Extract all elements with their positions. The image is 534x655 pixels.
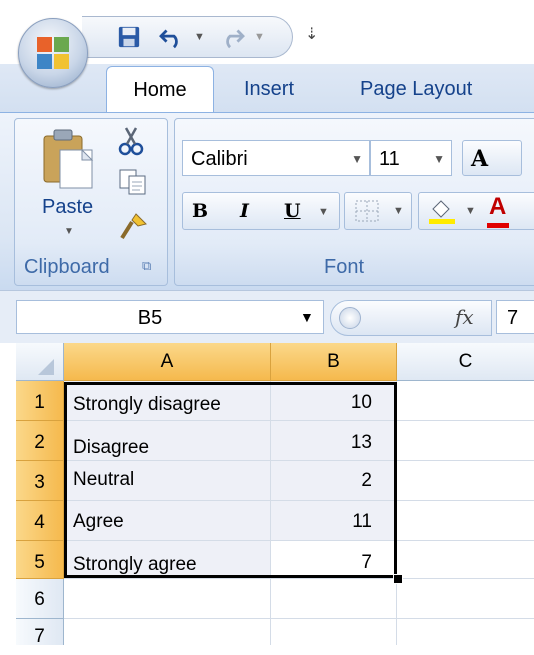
paste-dropdown-icon[interactable]: ▼ bbox=[64, 226, 74, 237]
fill-color-button[interactable]: ▼ A bbox=[418, 192, 534, 230]
paste-button[interactable]: Paste bbox=[42, 196, 93, 219]
font-color-swatch bbox=[487, 223, 509, 228]
select-all-icon bbox=[38, 359, 54, 375]
copy-icon[interactable] bbox=[118, 168, 148, 196]
cell-c2[interactable] bbox=[397, 421, 534, 461]
name-box-value: B5 bbox=[137, 307, 163, 329]
cell-c6[interactable] bbox=[397, 579, 534, 619]
undo-dropdown-icon[interactable]: ▼ bbox=[194, 31, 205, 43]
cell-a2[interactable]: Disagree bbox=[64, 421, 271, 461]
cell-b4[interactable]: 11 bbox=[271, 501, 397, 541]
font-size-select[interactable]: 11 ▼ bbox=[370, 140, 452, 176]
column-header-c[interactable]: C bbox=[397, 343, 534, 381]
cell-b6[interactable] bbox=[271, 579, 397, 619]
formula-input[interactable]: 7 bbox=[496, 300, 534, 334]
row-header-5[interactable]: 5 bbox=[16, 541, 64, 579]
borders-icon bbox=[355, 200, 379, 222]
tab-home[interactable]: Home bbox=[106, 66, 214, 113]
font-color-icon: A bbox=[489, 193, 507, 220]
tab-insert[interactable]: Insert bbox=[244, 78, 294, 101]
chevron-down-icon: ▼ bbox=[351, 152, 363, 166]
customize-qat-icon[interactable]: ⇣ bbox=[305, 24, 318, 44]
cell-c7[interactable] bbox=[397, 619, 534, 645]
formula-bar-expand-icon[interactable] bbox=[339, 307, 361, 329]
undo-icon[interactable] bbox=[158, 25, 188, 49]
cell-c3[interactable] bbox=[397, 461, 534, 501]
paste-icon[interactable] bbox=[40, 128, 98, 190]
formula-value: 7 bbox=[507, 307, 519, 329]
column-header-b[interactable]: B bbox=[271, 343, 397, 381]
font-size-value: 11 bbox=[379, 148, 400, 170]
bold-button[interactable]: B bbox=[192, 200, 208, 222]
redo-dropdown-icon[interactable]: ▼ bbox=[254, 31, 265, 43]
cell-a6[interactable] bbox=[64, 579, 271, 619]
chevron-down-icon: ▼ bbox=[393, 205, 404, 217]
borders-button[interactable]: ▼ bbox=[344, 192, 412, 230]
office-logo-icon bbox=[37, 37, 69, 69]
clipboard-launcher-icon[interactable]: ⧉ bbox=[142, 258, 151, 274]
underline-dropdown-icon[interactable]: ▼ bbox=[318, 206, 329, 218]
select-all-corner[interactable] bbox=[16, 343, 64, 381]
row-header-4[interactable]: 4 bbox=[16, 501, 64, 541]
office-button[interactable] bbox=[18, 18, 88, 88]
grow-font-button[interactable]: A bbox=[462, 140, 522, 176]
cell-b1[interactable]: 10 bbox=[271, 381, 397, 421]
row-header-7[interactable]: 7 bbox=[16, 619, 64, 647]
cell-a5[interactable]: Strongly agree bbox=[64, 541, 271, 579]
font-group-label: Font bbox=[324, 256, 365, 278]
row-header-1[interactable]: 1 bbox=[16, 381, 64, 421]
save-icon[interactable] bbox=[116, 25, 142, 49]
formula-controls: fx bbox=[330, 300, 492, 336]
row-header-3[interactable]: 3 bbox=[16, 461, 64, 501]
cell-a7[interactable] bbox=[64, 619, 271, 645]
name-box-dropdown-icon[interactable]: ▼ bbox=[300, 309, 314, 325]
redo-icon[interactable] bbox=[216, 25, 246, 49]
cell-c1[interactable] bbox=[397, 381, 534, 421]
cell-c4[interactable] bbox=[397, 501, 534, 541]
name-box[interactable]: B5 bbox=[16, 300, 324, 334]
cell-a4[interactable]: Agree bbox=[64, 501, 271, 541]
chevron-down-icon: ▼ bbox=[433, 152, 445, 166]
column-header-a[interactable]: A bbox=[64, 343, 271, 381]
cell-b7[interactable] bbox=[271, 619, 397, 645]
format-painter-icon[interactable] bbox=[118, 210, 150, 242]
row-header-2[interactable]: 2 bbox=[16, 421, 64, 461]
fill-handle[interactable] bbox=[393, 574, 403, 584]
chevron-down-icon: ▼ bbox=[465, 205, 476, 217]
quick-access-toolbar: ▼ ▼ bbox=[82, 16, 293, 58]
font-family-value: Calibri bbox=[191, 148, 248, 170]
tab-page-layout[interactable]: Page Layout bbox=[360, 78, 472, 101]
fill-bucket-icon bbox=[429, 200, 455, 224]
underline-button[interactable]: U bbox=[284, 200, 301, 222]
font-family-select[interactable]: Calibri ▼ bbox=[182, 140, 370, 176]
row-header-6[interactable]: 6 bbox=[16, 579, 64, 619]
cell-b5[interactable]: 7 bbox=[271, 541, 397, 579]
cut-icon[interactable] bbox=[118, 126, 144, 156]
clipboard-group-label: Clipboard bbox=[24, 256, 110, 278]
insert-function-button[interactable]: fx bbox=[455, 305, 474, 329]
cell-b2[interactable]: 13 bbox=[271, 421, 397, 461]
cell-a3[interactable]: Neutral bbox=[64, 461, 271, 501]
cell-a1[interactable]: Strongly disagree bbox=[64, 381, 271, 421]
cell-b3[interactable]: 2 bbox=[271, 461, 397, 501]
cell-c5[interactable] bbox=[397, 541, 534, 579]
italic-button[interactable]: I bbox=[240, 200, 249, 222]
